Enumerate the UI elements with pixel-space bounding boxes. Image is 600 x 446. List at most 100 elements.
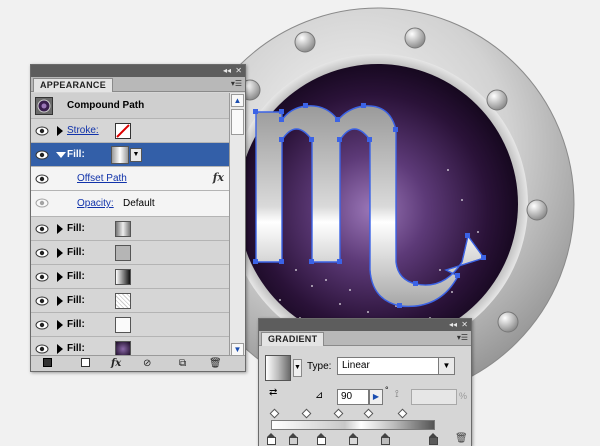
degree-symbol: ° [385,385,389,395]
gradient-controls: ▼ Type: Linear ▼ ⇄ ⊿ 90 ▶ ° ⟟ % 🗑 [259,347,471,446]
gradient-stop[interactable] [429,433,438,445]
eye-icon[interactable] [34,147,50,163]
eye-icon[interactable] [34,269,50,285]
panel-menu-icon[interactable]: ▾☰ [231,79,242,89]
eye-icon[interactable] [34,195,50,211]
expand-triangle-icon[interactable] [57,126,63,136]
aspect-ratio-input[interactable] [411,389,457,405]
chevron-down-icon[interactable]: ▼ [438,358,454,374]
fill-row[interactable]: Fill: [31,241,230,265]
fill-label: Fill: [67,247,85,258]
fill-row[interactable]: Fill: [31,337,230,357]
fill-swatch[interactable] [115,245,131,261]
gradient-stop[interactable] [289,433,298,445]
stroke-row[interactable]: Stroke: [31,119,230,143]
eye-icon[interactable] [34,221,50,237]
fill-row[interactable]: Fill: [31,265,230,289]
aspect-ratio-icon: ⟟ [395,389,399,400]
percent-symbol: % [459,391,468,401]
midpoint-diamond[interactable] [363,408,374,419]
angle-icon: ⊿ [315,390,324,401]
tab-appearance[interactable]: APPEARANCE [33,78,114,92]
eye-icon[interactable] [34,123,50,139]
panel-titlebar[interactable]: ◂◂ ✕ [31,65,245,77]
panel-menu-icon[interactable]: ▾☰ [457,333,468,343]
angle-input[interactable]: 90 [337,389,369,405]
gradient-preview-swatch[interactable] [265,355,291,381]
opacity-row[interactable]: Opacity: Default [31,191,230,217]
type-label: Type: [307,361,332,372]
opacity-value: Default [123,198,155,209]
fill-label: Fill: [67,319,85,330]
reverse-gradient-icon[interactable]: ⇄ [269,387,285,401]
appearance-list: Compound Path Stroke: Fill: ▼ Offset Pat… [31,93,230,357]
eye-icon[interactable] [34,171,50,187]
fill-row[interactable]: Fill: [31,313,230,337]
panel-tab-row: GRADIENT ▾☰ [259,331,471,346]
gradient-stop[interactable] [349,433,358,445]
duplicate-item-icon[interactable]: ⧉ [179,358,186,370]
gradient-type-value: Linear [342,360,370,371]
eye-icon[interactable] [34,317,50,333]
fill-label: Fill: [67,149,85,160]
expand-triangle-icon[interactable] [57,320,63,330]
add-effect-icon[interactable]: fx [111,358,121,370]
add-new-stroke-icon[interactable] [43,358,52,367]
close-icon[interactable]: ✕ [461,319,468,331]
fill-gradient-swatch[interactable] [111,146,129,164]
scroll-up-icon[interactable]: ▲ [231,94,244,107]
eye-icon[interactable] [34,293,50,309]
add-new-fill-icon[interactable] [81,358,90,367]
gradient-stop[interactable] [317,433,326,445]
panel-tab-row: APPEARANCE ▾☰ [31,77,245,92]
midpoint-diamond[interactable] [397,408,408,419]
panel-titlebar[interactable]: ◂◂ ✕ [259,319,471,331]
collapse-icon[interactable]: ◂◂ [223,65,231,77]
fill-swatch[interactable] [115,221,131,237]
gradient-stop[interactable] [267,433,276,445]
opacity-link[interactable]: Opacity: [77,197,114,210]
collapse-triangle-icon[interactable] [56,152,66,158]
close-icon[interactable]: ✕ [235,65,242,77]
gradient-preset-dropdown-icon[interactable]: ▼ [293,359,302,377]
fill-swatch[interactable] [115,269,131,285]
delete-stop-icon[interactable]: 🗑 [455,433,468,444]
clear-appearance-icon[interactable]: ⊘ [143,358,151,370]
eye-icon[interactable] [34,245,50,261]
offset-path-row[interactable]: Offset Path fx [31,167,230,191]
expand-triangle-icon[interactable] [57,224,63,234]
collapse-icon[interactable]: ◂◂ [449,319,457,331]
appearance-scrollbar[interactable]: ▲ ▼ [229,93,245,357]
expand-triangle-icon[interactable] [57,296,63,306]
scroll-thumb[interactable] [231,109,244,135]
compound-path-header: Compound Path [31,93,230,119]
gradient-stop[interactable] [381,433,390,445]
midpoint-diamond[interactable] [333,408,344,419]
expand-triangle-icon[interactable] [57,248,63,258]
expand-triangle-icon[interactable] [57,272,63,282]
offset-path-link[interactable]: Offset Path [77,172,127,185]
gradient-slider[interactable] [271,420,435,430]
midpoint-diamond[interactable] [301,408,312,419]
fill-swatch[interactable] [115,293,131,309]
midpoint-diamond[interactable] [269,408,280,419]
fill-label: Fill: [67,271,85,282]
expand-triangle-icon[interactable] [57,344,63,354]
angle-dropdown-icon[interactable]: ▶ [369,389,383,405]
appearance-panel: ◂◂ ✕ APPEARANCE ▾☰ Compound Path Stroke: [30,64,246,372]
swatch-dropdown-icon[interactable]: ▼ [130,148,142,162]
fill-swatch[interactable] [115,317,131,333]
fill-label: Fill: [67,223,85,234]
fill-label: Fill: [67,295,85,306]
gradient-type-select[interactable]: Linear ▼ [337,357,455,375]
trash-icon[interactable]: 🗑 [209,358,222,370]
fill-row[interactable]: Fill: [31,289,230,313]
fill-row[interactable]: Fill: [31,217,230,241]
appearance-bottom-toolbar: fx ⊘ ⧉ 🗑 [31,355,245,371]
fx-icon[interactable]: fx [213,171,224,184]
tab-gradient[interactable]: GRADIENT [261,332,325,346]
fill-row-selected[interactable]: Fill: ▼ [31,143,230,167]
stroke-label[interactable]: Stroke: [67,124,99,137]
stroke-none-swatch-icon[interactable] [115,123,131,139]
compound-path-label: Compound Path [67,100,145,111]
